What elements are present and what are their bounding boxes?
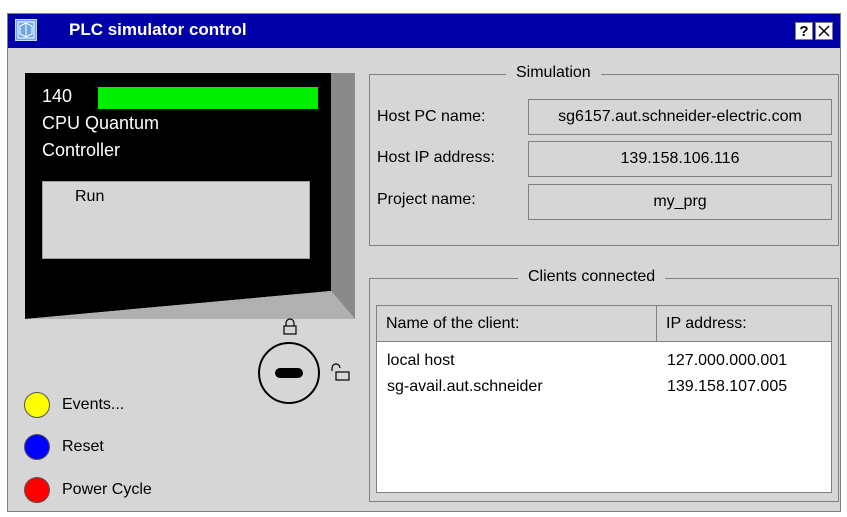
key-switch[interactable] — [258, 342, 320, 404]
plc-status-box: Run — [42, 181, 310, 259]
status-led — [98, 87, 318, 109]
reset-button[interactable]: Reset — [24, 432, 104, 462]
unlock-icon — [331, 363, 350, 381]
title-bar: PLC simulator control ? — [8, 14, 840, 48]
close-icon — [818, 25, 830, 37]
power-cycle-indicator — [24, 477, 50, 503]
power-cycle-label: Power Cycle — [62, 481, 152, 498]
events-label: Events... — [62, 396, 125, 413]
key-slot — [275, 368, 303, 378]
lock-icon — [283, 318, 297, 335]
host-ip-field: 139.158.106.116 — [528, 141, 832, 177]
reset-label: Reset — [62, 438, 104, 455]
plc-model: 140 — [42, 86, 73, 106]
plc-controller-label: Controller — [42, 140, 121, 160]
close-button[interactable] — [815, 22, 833, 40]
app-icon[interactable] — [15, 19, 37, 41]
plc-cpu-label: CPU Quantum — [42, 113, 160, 133]
events-button[interactable]: Events... — [24, 390, 124, 420]
column-header-name[interactable]: Name of the client: — [377, 306, 657, 342]
clients-table: Name of the client: IP address: local ho… — [376, 305, 832, 493]
table-row[interactable]: local host 127.000.000.001 — [377, 352, 831, 376]
host-pc-label: Host PC name: — [377, 108, 486, 125]
project-name-label: Project name: — [377, 191, 476, 208]
events-indicator — [24, 392, 50, 418]
client-name: local host — [387, 352, 455, 369]
client-name: sg-avail.aut.schneider — [387, 378, 543, 395]
client-ip: 127.000.000.001 — [667, 352, 788, 369]
simulation-title: Simulation — [506, 64, 601, 82]
host-pc-field: sg6157.aut.schneider-electric.com — [528, 99, 832, 135]
project-name-field: my_prg — [528, 184, 832, 220]
reset-indicator — [24, 434, 50, 460]
power-cycle-button[interactable]: Power Cycle — [24, 475, 152, 505]
column-header-ip[interactable]: IP address: — [657, 306, 831, 342]
table-row[interactable]: sg-avail.aut.schneider 139.158.107.005 — [377, 378, 831, 402]
window-title: PLC simulator control — [69, 20, 247, 39]
host-ip-label: Host IP address: — [377, 149, 495, 166]
plc-status: Run — [75, 188, 105, 205]
clients-title: Clients connected — [518, 268, 666, 286]
help-button[interactable]: ? — [795, 22, 813, 40]
client-ip: 139.158.107.005 — [667, 378, 788, 395]
